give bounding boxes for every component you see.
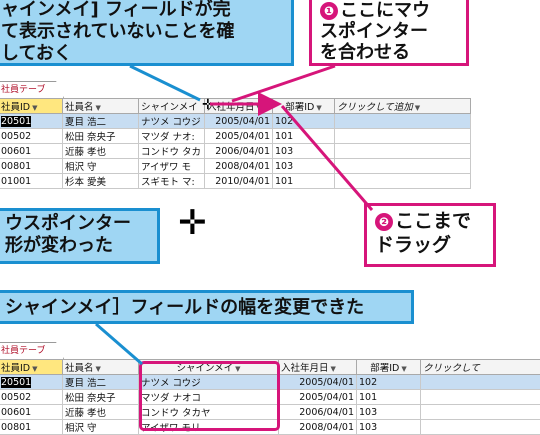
leader-line-step2: [282, 106, 372, 210]
leader-line-top: [130, 66, 200, 100]
leader-line-result: [96, 324, 142, 364]
annotation-arrows: [0, 0, 540, 423]
leader-line-step1: [232, 66, 335, 101]
